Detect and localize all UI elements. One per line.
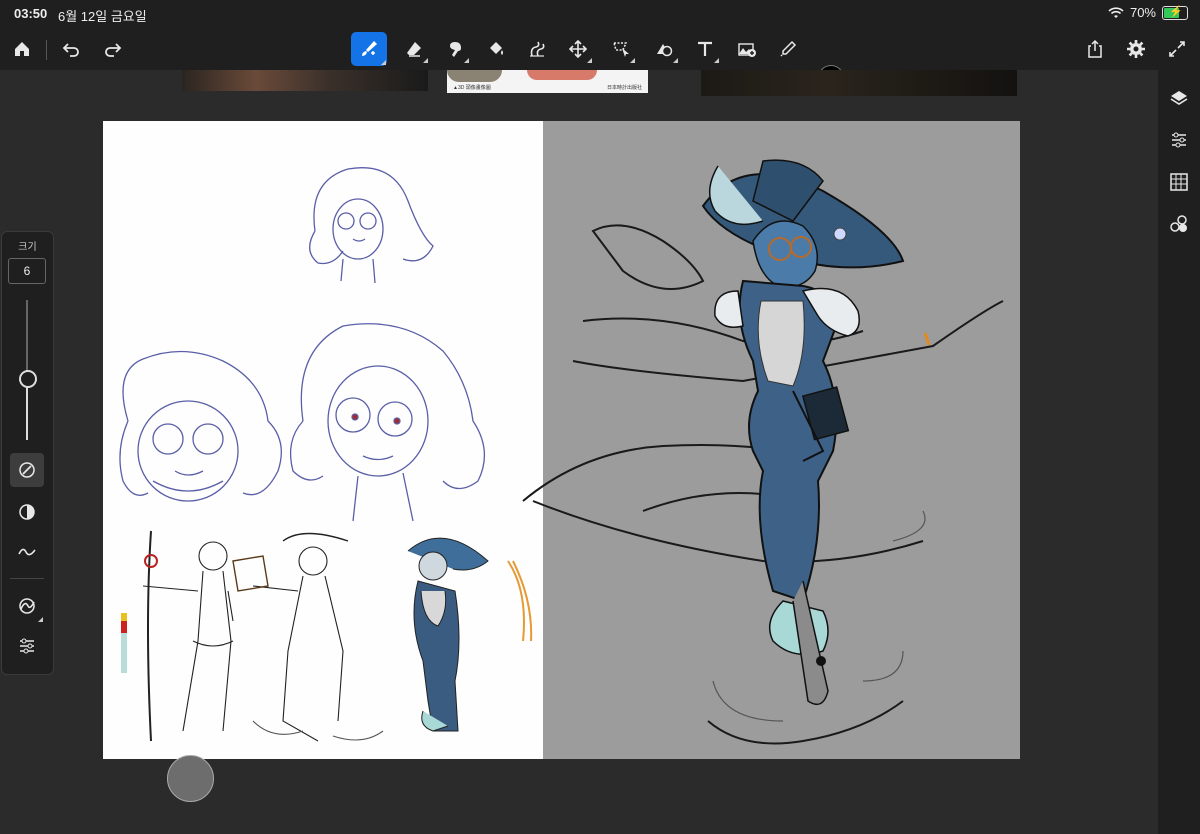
artwork (119, 159, 1004, 745)
head-sketch-left (119, 350, 282, 502)
head-sketch-right (289, 323, 486, 522)
add-image-icon[interactable] (732, 34, 762, 64)
brush-tip-icon[interactable] (10, 453, 44, 487)
reference-image-1[interactable] (182, 70, 428, 91)
top-toolbar (0, 28, 1200, 91)
selection-icon[interactable] (606, 34, 636, 64)
brush-icon[interactable] (351, 32, 387, 66)
status-indicators: 70% ⚡ (1108, 5, 1188, 20)
reference-caption-left: ▲3D 頭像畫像圖 (453, 85, 491, 91)
character-sketch-colored (407, 537, 533, 732)
move-icon[interactable] (563, 34, 593, 64)
undo-icon[interactable] (56, 34, 86, 64)
status-bar: 03:50 6월 12일 금요일 70% ⚡ (0, 0, 1200, 28)
wifi-icon (1108, 6, 1124, 18)
layers-icon[interactable] (1168, 87, 1190, 109)
redo-icon[interactable] (98, 34, 128, 64)
status-date: 6월 12일 금요일 (58, 9, 147, 24)
toolbar-divider (46, 40, 47, 60)
text-icon[interactable] (690, 34, 720, 64)
share-icon[interactable] (1080, 34, 1110, 64)
adjustments-icon[interactable] (1168, 129, 1190, 151)
reference-caption-right: 日本時計出版社 (607, 85, 643, 91)
reference-image-3[interactable] (701, 70, 1017, 96)
liquify-icon[interactable] (522, 34, 552, 64)
head-sketch-top (309, 167, 434, 284)
brush-settings-icon[interactable] (10, 629, 44, 663)
panel-divider (10, 578, 44, 579)
smudge-icon[interactable] (440, 34, 470, 64)
brush-size-label: 크기 (18, 242, 37, 253)
brush-size-input[interactable]: 6 (8, 258, 46, 284)
shape-icon[interactable] (649, 34, 679, 64)
brush-panel: 크기 6 (1, 231, 54, 675)
settings-icon[interactable] (1121, 34, 1151, 64)
battery-percent: 70% (1129, 5, 1156, 20)
battery-icon: ⚡ (1162, 5, 1188, 20)
brush-size-slider-thumb[interactable] (19, 370, 37, 388)
character-sketch-book (232, 532, 384, 742)
opacity-icon[interactable] (10, 495, 44, 529)
character-sketch-staff (142, 530, 234, 742)
home-icon[interactable] (7, 34, 37, 64)
color-bar (121, 613, 127, 673)
big-character-body (714, 220, 931, 706)
fill-icon[interactable] (481, 34, 511, 64)
grid-icon[interactable] (1168, 171, 1190, 193)
status-time: 03:50 (14, 6, 48, 21)
reference-image-2[interactable]: ▲3D 頭像畫像圖 日本時計出版社 (447, 70, 648, 93)
pressure-icon[interactable] (10, 589, 44, 623)
right-side-panel (1158, 70, 1200, 834)
shapes-icon[interactable] (1168, 213, 1190, 235)
eyedropper-icon[interactable] (773, 34, 803, 64)
fullscreen-icon[interactable] (1162, 34, 1192, 64)
smoothing-icon[interactable] (10, 535, 44, 569)
drawing-canvas[interactable] (103, 121, 1020, 759)
touch-shortcut-button[interactable] (167, 755, 214, 802)
eraser-icon[interactable] (399, 34, 429, 64)
